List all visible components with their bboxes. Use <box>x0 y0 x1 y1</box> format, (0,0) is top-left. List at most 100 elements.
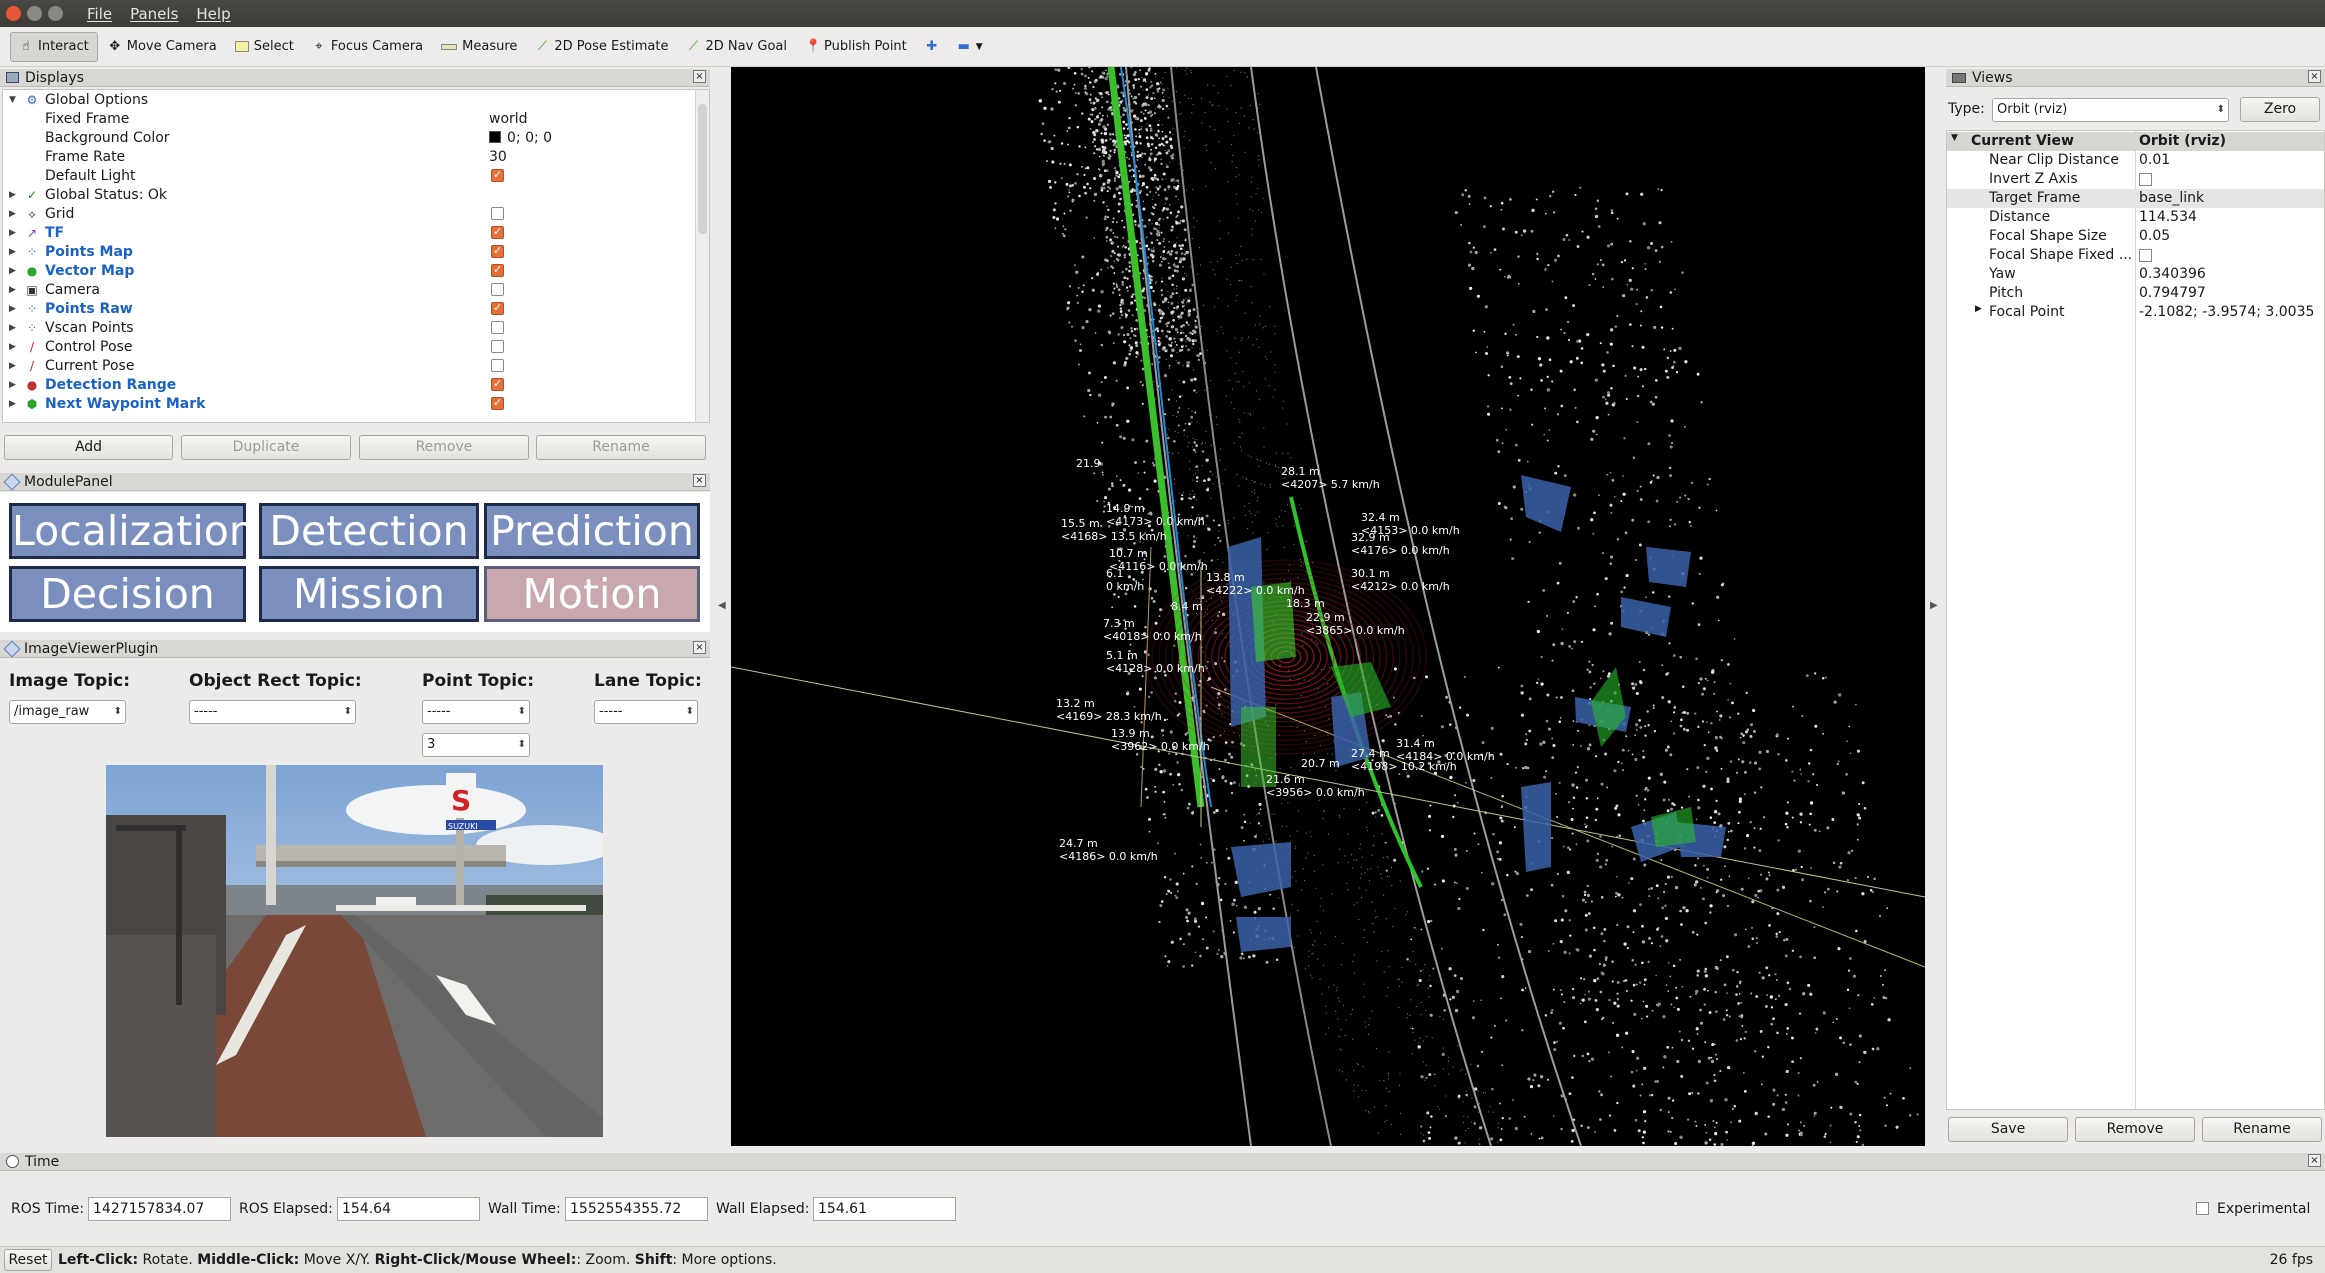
close-icon[interactable]: × <box>693 641 706 654</box>
tool-select[interactable]: Select <box>227 32 302 62</box>
color-swatch[interactable] <box>489 131 501 143</box>
expand-arrow-icon[interactable]: ▶ <box>9 266 16 276</box>
ros-time-field[interactable]: 1427157834.07 <box>88 1197 231 1221</box>
module-mission-button[interactable]: Mission <box>259 566 479 622</box>
display-row-frame-rate[interactable]: Frame Rate 30 <box>3 147 709 166</box>
tf-checkbox[interactable] <box>491 225 504 239</box>
expand-arrow-icon[interactable]: ▶ <box>9 209 16 219</box>
object-rect-topic-select[interactable]: ----- <box>189 700 356 724</box>
expand-arrow-icon[interactable]: ▼ <box>1951 133 1958 143</box>
tool-focus-camera[interactable]: ⌖ Focus Camera <box>304 32 431 62</box>
module-decision-button[interactable]: Decision <box>9 566 246 622</box>
display-row-vscan-points[interactable]: ▶ ⁘ Vscan Points <box>3 318 709 337</box>
yaw-value[interactable]: 0.340396 <box>2139 266 2206 282</box>
focal-point-value[interactable]: -2.1082; -3.9574; 3.0035 <box>2139 304 2314 320</box>
module-detection-button[interactable]: Detection <box>259 503 479 559</box>
close-window-button[interactable] <box>6 6 21 21</box>
display-row-fixed-frame[interactable]: Fixed Frame world <box>3 109 709 128</box>
close-icon[interactable]: × <box>2308 70 2321 83</box>
display-row-points-map[interactable]: ▶ ⁘ Points Map <box>3 242 709 261</box>
module-prediction-button[interactable]: Prediction <box>484 503 700 559</box>
view-prop-focal-shape-fixed[interactable]: Focal Shape Fixed ... <box>1947 246 2324 265</box>
tool-move-camera[interactable]: ✥ Move Camera <box>100 32 225 62</box>
minimize-window-button[interactable] <box>27 6 42 21</box>
3d-render-view[interactable]: 21.9 15.5 m <4168> 13.5 km/h 14.9 m <4173> 0… <box>731 67 1925 1146</box>
view-prop-focal-shape-size[interactable]: Focal Shape Size 0.05 <box>1947 227 2324 246</box>
expand-arrow-icon[interactable]: ▶ <box>9 228 16 238</box>
remove-view-button[interactable]: Remove <box>2075 1117 2195 1142</box>
add-tool-button[interactable]: ✚ <box>917 32 947 62</box>
display-row-current-pose[interactable]: ▶ / Current Pose <box>3 356 709 375</box>
ros-elapsed-field[interactable]: 154.64 <box>337 1197 480 1221</box>
image-topic-select[interactable]: /image_raw <box>9 700 126 724</box>
maximize-window-button[interactable] <box>48 6 63 21</box>
points-raw-checkbox[interactable] <box>491 301 504 315</box>
point-topic-select[interactable]: ----- <box>422 700 530 724</box>
display-row-background-color[interactable]: Background Color 0; 0; 0 <box>3 128 709 147</box>
vector-map-checkbox[interactable] <box>491 263 504 277</box>
points-map-checkbox[interactable] <box>491 244 504 258</box>
save-view-button[interactable]: Save <box>1948 1117 2068 1142</box>
views-tree[interactable]: ▼ Current View Orbit (rviz) Near Clip Di… <box>1946 130 2325 1110</box>
display-row-global-status[interactable]: ▶ ✓ Global Status: Ok <box>3 185 709 204</box>
point-size-spinbox[interactable]: 3 <box>422 733 530 757</box>
current-pose-checkbox[interactable] <box>491 359 504 372</box>
menu-file[interactable]: File <box>87 5 112 23</box>
display-row-points-raw[interactable]: ▶ ⁘ Points Raw <box>3 299 709 318</box>
lane-topic-select[interactable]: ----- <box>594 700 698 724</box>
display-row-next-waypoint-mark[interactable]: ▶ ⬢ Next Waypoint Mark <box>3 394 709 413</box>
view-prop-yaw[interactable]: Yaw 0.340396 <box>1947 265 2324 284</box>
menu-help[interactable]: Help <box>196 5 230 23</box>
display-row-control-pose[interactable]: ▶ / Control Pose <box>3 337 709 356</box>
next-waypoint-mark-checkbox[interactable] <box>491 396 504 410</box>
fixed-frame-value[interactable]: world <box>489 111 528 127</box>
view-prop-focal-point[interactable]: ▶ Focal Point -2.1082; -3.9574; 3.0035 <box>1947 303 2324 322</box>
expand-arrow-icon[interactable]: ▶ <box>9 342 16 352</box>
view-prop-distance[interactable]: Distance 114.534 <box>1947 208 2324 227</box>
expand-arrow-icon[interactable]: ▶ <box>9 361 16 371</box>
expand-arrow-icon[interactable]: ▶ <box>9 285 16 295</box>
invert-z-checkbox[interactable] <box>2139 173 2152 186</box>
display-row-vector-map[interactable]: ▶ ● Vector Map <box>3 261 709 280</box>
display-row-default-light[interactable]: Default Light <box>3 166 709 185</box>
background-color-value[interactable]: 0; 0; 0 <box>507 130 552 146</box>
displays-tree[interactable]: ▼ ⚙ Global Options Fixed Frame world Backgrou… <box>2 89 710 423</box>
wall-time-field[interactable]: 1552554355.72 <box>565 1197 708 1221</box>
tool-2d-nav-goal[interactable]: ⟋ 2D Nav Goal <box>678 32 795 62</box>
experimental-checkbox[interactable] <box>2196 1202 2209 1215</box>
display-row-tf[interactable]: ▶ ↗ TF <box>3 223 709 242</box>
distance-value[interactable]: 114.534 <box>2139 209 2197 225</box>
remove-display-button[interactable]: Remove <box>359 435 529 460</box>
default-light-checkbox[interactable] <box>491 168 504 182</box>
close-icon[interactable]: × <box>693 474 706 487</box>
focal-shape-size-value[interactable]: 0.05 <box>2139 228 2170 244</box>
grid-checkbox[interactable] <box>491 207 504 220</box>
zero-view-button[interactable]: Zero <box>2240 97 2320 122</box>
remove-tool-button[interactable]: ▬ ▼ <box>949 32 991 62</box>
display-row-detection-range[interactable]: ▶ ● Detection Range <box>3 375 709 394</box>
view-type-select[interactable]: Orbit (rviz) <box>1992 98 2229 122</box>
camera-checkbox[interactable] <box>491 283 504 296</box>
near-clip-value[interactable]: 0.01 <box>2139 152 2170 168</box>
module-motion-button[interactable]: Motion <box>484 566 700 622</box>
expand-arrow-icon[interactable]: ▶ <box>9 323 16 333</box>
expand-arrow-icon[interactable]: ▶ <box>9 399 16 409</box>
display-row-camera[interactable]: ▶ ▣ Camera <box>3 280 709 299</box>
close-icon[interactable]: × <box>693 70 706 83</box>
left-splitter-arrow[interactable]: ◀ <box>718 600 726 611</box>
view-prop-target-frame[interactable]: Target Frame base_link <box>1947 189 2324 208</box>
focal-shape-fixed-checkbox[interactable] <box>2139 249 2152 262</box>
target-frame-value[interactable]: base_link <box>2139 190 2204 206</box>
display-row-global-options[interactable]: ▼ ⚙ Global Options <box>3 90 709 109</box>
duplicate-display-button[interactable]: Duplicate <box>181 435 351 460</box>
frame-rate-value[interactable]: 30 <box>489 149 507 165</box>
module-localization-button[interactable]: Localization <box>9 503 255 559</box>
view-prop-near-clip[interactable]: Near Clip Distance 0.01 <box>1947 151 2324 170</box>
expand-arrow-icon[interactable]: ▶ <box>9 380 16 390</box>
vscan-points-checkbox[interactable] <box>491 321 504 334</box>
expand-arrow-icon[interactable]: ▶ <box>1975 304 1982 314</box>
expand-arrow-icon[interactable]: ▶ <box>9 190 16 200</box>
tool-2d-pose-estimate[interactable]: ⟋ 2D Pose Estimate <box>527 32 676 62</box>
tool-publish-point[interactable]: 📍 Publish Point <box>797 32 915 62</box>
current-view-row[interactable]: ▼ Current View Orbit (rviz) <box>1947 132 2324 151</box>
